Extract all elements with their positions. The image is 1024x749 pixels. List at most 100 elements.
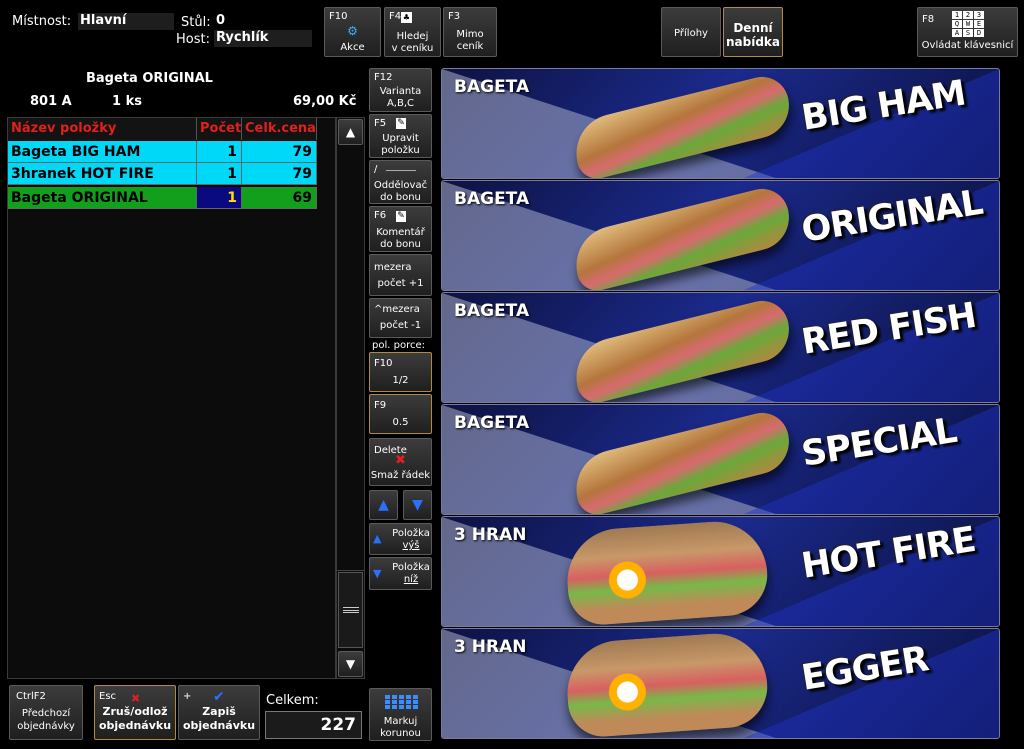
total-label: Celkem: [266, 693, 319, 708]
button-label: Zruš/odlož [102, 705, 168, 718]
button-label: Hledej [396, 31, 429, 42]
scroll-up-icon[interactable]: ▲ [338, 119, 363, 145]
room-value: Hlavní [78, 13, 174, 30]
key-hint: + [183, 691, 192, 702]
key-hint: F5 [374, 118, 387, 129]
total-value: 227 [265, 711, 362, 739]
key-hint: mezera [374, 262, 412, 273]
keypad-cell [385, 695, 390, 699]
button-label: A,B,C [386, 98, 415, 109]
half-portion-button[interactable]: F10 1/2 [369, 352, 432, 392]
product-tile-hot-fire[interactable]: 3 HRAN HOT FIRE [441, 516, 1000, 627]
selected-item-name: Bageta ORIGINAL [86, 71, 213, 86]
edit-icon: ✎ [396, 118, 406, 129]
product-tile-egger[interactable]: 3 HRAN EGGER [441, 628, 1000, 739]
column-header-qty[interactable]: Počet [197, 118, 242, 140]
button-label: objednávku [98, 719, 172, 732]
table-label: Stůl: [181, 15, 211, 30]
keypad-cell [392, 705, 397, 709]
item-down-icon: ▼ [373, 567, 382, 580]
table-row-selected[interactable]: Bageta ORIGINAL 1 69 [8, 187, 317, 209]
table-row[interactable]: 3hranek HOT FIRE 1 79 [8, 163, 317, 185]
item-up-button[interactable]: ▲ Položka výš [369, 523, 432, 555]
row-name: 3hranek HOT FIRE [8, 163, 197, 185]
keypad-cell [406, 705, 411, 709]
order-scrollbar[interactable]: ▲ ▼ [336, 117, 365, 679]
delete-row-button[interactable]: Delete ✖ Smaž řádek [369, 438, 432, 486]
keyboard-key: 3 [974, 11, 984, 19]
row-name: Bageta BIG HAM [8, 141, 197, 163]
item-down-button[interactable]: ▼ Položka níž [369, 557, 432, 590]
column-header-price[interactable]: Celk.cena [242, 118, 317, 140]
off-price-list-button[interactable]: F3 Mimo ceník [443, 7, 497, 57]
row-qty: 1 [197, 187, 242, 209]
keyboard-control-button[interactable]: F8 123 QWE ASD Ovládat klávesnicí [917, 7, 1018, 57]
save-order-button[interactable]: + ✔ Zapiš objednávku [178, 685, 260, 740]
cancel-x-icon: ✖ [131, 692, 141, 705]
scroll-thumb[interactable] [338, 572, 363, 648]
grip-line [343, 610, 359, 611]
separator-line-icon [386, 170, 416, 171]
separator-button[interactable]: / Oddělovač do bonu [369, 160, 432, 204]
button-label: Položka [392, 528, 430, 539]
key-hint: F10 [374, 358, 393, 369]
product-tile-special[interactable]: BAGETA SPECIAL [441, 404, 1000, 515]
button-label: Komentář [376, 227, 425, 238]
keypad-cell [392, 695, 397, 699]
comment-button[interactable]: F6 ✎ Komentář do bonu [369, 206, 432, 252]
binoculars-icon: ♣ [401, 12, 412, 23]
keypad-cell [413, 700, 418, 704]
button-label: Položka [392, 562, 430, 573]
button-label: objednávky [17, 721, 75, 732]
keypad-cell [413, 705, 418, 709]
attachments-button[interactable]: Přílohy [661, 7, 721, 57]
row-name: Bageta ORIGINAL [8, 187, 197, 209]
product-tile-original[interactable]: BAGETA ORIGINAL [441, 180, 1000, 291]
point-five-portion-button[interactable]: F9 0.5 [369, 394, 432, 434]
keyboard-key: 1 [952, 11, 962, 19]
key-hint: F10 [329, 11, 348, 22]
button-label: Denní [733, 21, 773, 35]
selected-item-price: 69,00 Kč [293, 94, 357, 109]
keypad-cell [399, 695, 404, 699]
scroll-track[interactable] [337, 146, 364, 571]
button-label: Smaž řádek [370, 470, 431, 481]
selected-item-qty: 1 ks [112, 94, 142, 109]
keypad-cell [406, 695, 411, 699]
button-label: objednávku [182, 719, 256, 732]
keyboard-key: W [963, 20, 973, 28]
button-label: nabídka [725, 35, 780, 49]
button-label: 1/2 [392, 375, 409, 386]
sandwich-image [563, 518, 771, 626]
product-category: BAGETA [454, 189, 530, 209]
keypad-cell [385, 700, 390, 704]
cancel-order-button[interactable]: Esc ✖ Zruš/odlož objednávku [94, 685, 176, 740]
count-plus-button[interactable]: mezera počet +1 [369, 254, 432, 296]
table-row[interactable]: Bageta BIG HAM 1 79 [8, 141, 317, 163]
edit-item-button[interactable]: F5 ✎ Upravit položku [369, 114, 432, 158]
count-minus-button[interactable]: ^mezera počet -1 [369, 298, 432, 338]
search-price-list-button[interactable]: F4 ♣ Hledej v ceníku [384, 7, 441, 57]
key-hint: ^mezera [374, 304, 420, 315]
product-tile-red-fish[interactable]: BAGETA RED FISH [441, 292, 1000, 403]
scroll-down-icon[interactable]: ▼ [338, 651, 363, 677]
daily-menu-button[interactable]: Denní nabídka [723, 7, 783, 57]
actions-button[interactable]: F10 ⚙ Akce [324, 7, 381, 57]
room-label: Místnost: [12, 14, 72, 29]
keypad-cell [399, 700, 404, 704]
sandwich-image [563, 630, 771, 738]
delete-x-icon: ✖ [395, 453, 406, 468]
arrow-down-icon[interactable]: ▼ [403, 490, 432, 520]
key-hint: CtrlF2 [16, 691, 46, 702]
variant-button[interactable]: F12 Varianta A,B,C [369, 68, 432, 112]
crown-mark-button[interactable]: Markuj korunou [369, 688, 432, 741]
button-label: Zapiš [202, 705, 236, 718]
product-tile-big-ham[interactable]: BAGETA BIG HAM [441, 68, 1000, 179]
key-hint: F3 [448, 11, 461, 22]
keyboard-key: E [974, 20, 984, 28]
guest-label: Host: [176, 32, 210, 47]
column-header-name[interactable]: Název položky [8, 118, 197, 140]
product-category: BAGETA [454, 77, 530, 97]
previous-orders-button[interactable]: CtrlF2 Předchozí objednávky [9, 685, 83, 740]
arrow-up-icon[interactable]: ▲ [369, 490, 398, 520]
